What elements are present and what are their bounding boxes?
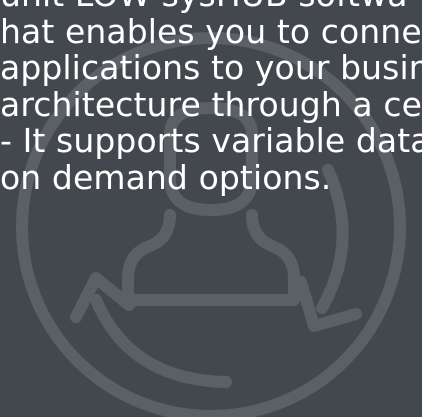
description-line-6: on demand options. [0, 157, 332, 197]
description-line-5: - It supports variable data [0, 121, 422, 160]
description-line-2: hat enables you to conne [0, 11, 422, 51]
description-line-4: architecture through a ce [0, 84, 422, 124]
description-text: unit LOW sysHUB softwa hat enables you t… [0, 0, 422, 196]
content-panel: unit LOW sysHUB softwa hat enables you t… [0, 0, 422, 417]
description-line-3: applications to your busin [0, 48, 422, 87]
